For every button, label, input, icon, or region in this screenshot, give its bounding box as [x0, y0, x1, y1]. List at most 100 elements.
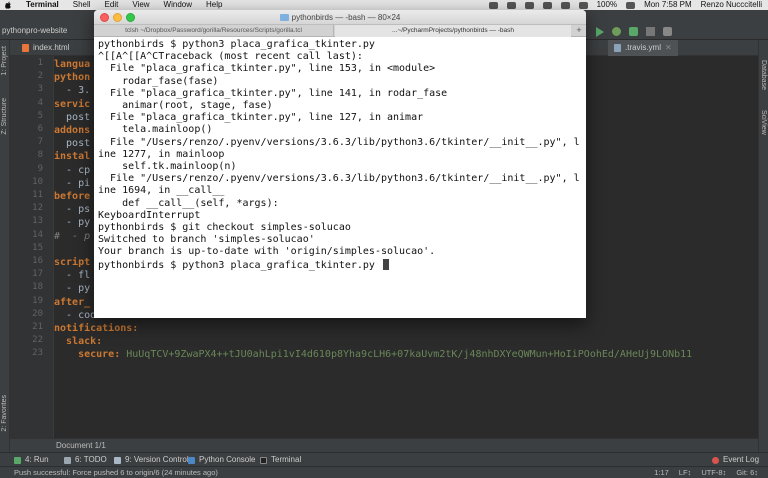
terminal-line-text: Switched to branch 'simples-solucao' [98, 234, 315, 246]
python-console-icon [188, 456, 195, 464]
run-tool-button[interactable]: 4: Run [14, 453, 49, 467]
volume-icon[interactable] [578, 1, 588, 9]
favorites-tool-button[interactable]: 2: Favorites [1, 395, 8, 432]
code-line: langua [54, 58, 90, 71]
menu-user[interactable]: Renzo Nucccitelli [701, 0, 762, 10]
terminal-tool-button[interactable]: Terminal [260, 453, 301, 467]
code-token: - 3. [54, 85, 91, 97]
menu-app-name[interactable]: Terminal [26, 0, 59, 10]
terminal-line: pythonbirds $ python3 placa_grafica_tkin… [98, 39, 375, 51]
terminal-tool-label: Terminal [271, 455, 302, 464]
terminal-line-text: animar(root, stage, fase) [98, 100, 273, 111]
event-log-icon [712, 456, 719, 464]
todo-tool-button[interactable]: 6: TODO [64, 453, 107, 467]
line-number: 4 [37, 97, 43, 108]
menu-shell[interactable]: Shell [73, 0, 91, 10]
terminal-line: ^[[A^[[A^CTraceback (most recent call la… [98, 51, 363, 63]
terminal-line-text: def __call__(self, *args): [98, 197, 279, 209]
code-line: notifications: [54, 322, 138, 335]
battery-icon[interactable] [626, 1, 636, 9]
code-token: after_ [54, 296, 91, 308]
bluetooth-icon[interactable] [542, 1, 552, 9]
terminal-line: File "/Users/renzo/.pyenv/versions/3.6.3… [98, 173, 580, 185]
terminal-tab-pythonbirds[interactable]: ...~/PycharmProjects/pythonbirds — -bash [335, 25, 571, 37]
terminal-line: rodar_fase(fase) [98, 76, 218, 88]
line-number: 14 [32, 229, 43, 240]
display-icon[interactable] [524, 1, 534, 9]
menu-clock[interactable]: Mon 7:58 PM [644, 0, 692, 10]
project-tool-button[interactable]: 1: Project [1, 46, 8, 76]
terminal-line-text: File "placa_grafica_tkinter.py", line 14… [98, 87, 448, 99]
battery-percent[interactable]: 100% [597, 0, 617, 10]
terminal-line: File "placa_grafica_tkinter.py", line 14… [98, 88, 447, 100]
status-message[interactable]: Push successful: Force pushed 6 to origi… [14, 467, 218, 478]
cloud-icon[interactable] [506, 1, 516, 9]
code-token: post [54, 138, 91, 150]
run-controls [596, 27, 672, 37]
event-log-tool-button[interactable]: Event Log [712, 453, 759, 467]
file-encoding[interactable]: UTF-8↕ [701, 467, 726, 478]
menu-edit[interactable]: Edit [105, 0, 119, 10]
line-number: 16 [32, 256, 43, 266]
terminal-line-text: tela.mainloop() [98, 124, 213, 136]
code-token: - py [54, 283, 91, 295]
new-tab-button[interactable]: + [572, 25, 586, 37]
line-number: 1 [37, 58, 43, 68]
code-line: - 3. [54, 84, 90, 97]
terminal-tab-gorilla[interactable]: tclsh ~/Dropbox/Password/gorilla/Resourc… [94, 25, 334, 37]
menu-window[interactable]: Window [164, 0, 192, 10]
terminal-line: self.tk.mainloop(n) [98, 161, 236, 173]
version-control-tool-label: 9: Version Control [125, 455, 189, 464]
status-indicators: 1:17 LF↕ UTF-8↕ Git: 6↕ [654, 467, 758, 478]
vcs-update-icon[interactable] [663, 27, 672, 36]
python-console-tool-button[interactable]: Python Console [188, 453, 255, 467]
document-status: Document 1/1 [10, 438, 758, 452]
terminal-line: tela.mainloop() [98, 124, 212, 136]
folder-icon [279, 14, 289, 21]
terminal-line-text: pythonbirds $ python3 placa_grafica_tkin… [98, 39, 375, 50]
line-number: 15 [32, 242, 43, 253]
html-file-icon [22, 44, 29, 52]
terminal-window[interactable]: pythonbirds — -bash — 80×24 tclsh ~/Drop… [94, 10, 586, 318]
menu-help[interactable]: Help [206, 0, 222, 10]
code-line: servic [54, 98, 90, 111]
terminal-line-text: File "/Users/renzo/.pyenv/versions/3.6.3… [98, 136, 580, 148]
code-token: - ps [54, 204, 91, 216]
tool-window-bar: 4: Run 6: TODO 9: Version Control Python… [0, 452, 768, 466]
code-token: HuUqTCV+9ZwaPX4++tJU0ahLpi1vI4d610p8Yha9… [126, 349, 693, 361]
dropbox-icon[interactable] [488, 1, 498, 9]
code-token: langua [54, 59, 91, 70]
stop-icon[interactable] [646, 27, 655, 36]
coverage-icon[interactable] [629, 27, 638, 36]
code-line: post [54, 137, 90, 150]
code-line: instal [54, 150, 90, 163]
wifi-icon[interactable] [560, 1, 570, 9]
apple-icon[interactable] [4, 1, 12, 9]
terminal-output[interactable]: pythonbirds $ python3 placa_grafica_tkin… [98, 39, 582, 317]
sciview-tool-button[interactable]: SciView [760, 110, 767, 135]
tab-index-html[interactable]: index.html [16, 40, 75, 56]
line-separator[interactable]: LF↕ [679, 467, 692, 478]
python-console-tool-label: Python Console [199, 455, 256, 464]
terminal-line: File "placa_grafica_tkinter.py", line 12… [98, 112, 423, 124]
menu-view[interactable]: View [132, 0, 149, 10]
structure-tool-button[interactable]: Z: Structure [1, 98, 8, 135]
terminal-title-bar[interactable]: pythonbirds — -bash — 80×24 [94, 10, 586, 25]
debug-icon[interactable] [612, 27, 621, 36]
database-tool-button[interactable]: Database [760, 60, 767, 90]
line-number: 7 [37, 137, 43, 148]
caret-position[interactable]: 1:17 [654, 467, 669, 478]
run-icon[interactable] [596, 27, 604, 37]
todo-tool-label: 6: TODO [75, 455, 107, 464]
tab-travis-yml[interactable]: .travis.yml ✕ [608, 40, 678, 56]
code-token: addons [54, 125, 91, 136]
terminal-line-text: ine 1694, in __call__ [98, 185, 225, 197]
version-control-tool-button[interactable]: 9: Version Control [114, 453, 189, 467]
project-name[interactable]: pythonpro-website [2, 26, 67, 35]
line-number: 10 [32, 176, 43, 187]
mac-menu-bar: Terminal Shell Edit View Window Help 100… [0, 0, 768, 10]
todo-icon [64, 456, 71, 464]
close-icon[interactable]: ✕ [665, 40, 672, 56]
git-branch[interactable]: Git: 6↕ [736, 467, 758, 478]
code-line: - py [54, 282, 90, 295]
